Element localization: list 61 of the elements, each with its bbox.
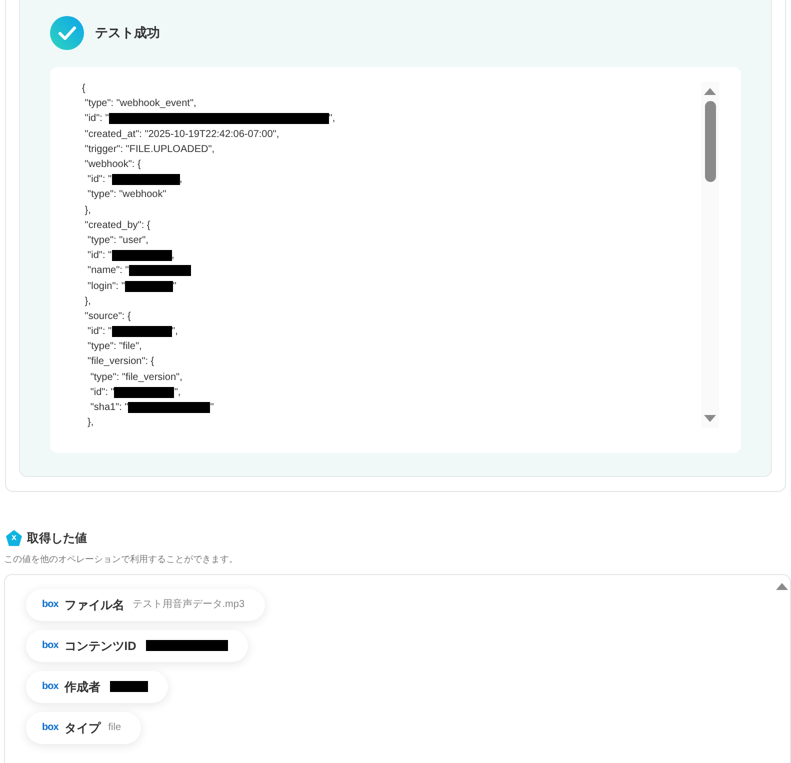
- redaction-bar: [112, 174, 180, 186]
- code-text: ,: [172, 249, 174, 264]
- value-pill[interactable]: box ファイル名 テスト用音声データ.mp3: [26, 588, 265, 620]
- check-icon: [50, 16, 84, 50]
- code-text: "id": ": [86, 325, 112, 340]
- code-text: "sha1": ": [89, 401, 128, 416]
- redaction-bar: [112, 250, 172, 262]
- code-text: "id": ": [86, 249, 112, 264]
- code-text: "name": ": [86, 264, 129, 278]
- value-pill[interactable]: box 作成者: [26, 670, 168, 702]
- box-logo: box: [42, 639, 58, 653]
- value-pill[interactable]: box タイプ file: [26, 712, 142, 744]
- value-label: 作成者: [64, 678, 100, 696]
- code-text: "type": "webhook_event",: [84, 97, 196, 112]
- code-text: ": [172, 280, 176, 294]
- scrollbar-thumb[interactable]: [704, 101, 716, 182]
- code-text: ,: [180, 173, 182, 188]
- value-label: コンテンツID: [64, 638, 136, 654]
- code-text: "trigger": "FILE.UPLOADED",: [84, 142, 215, 157]
- box-logo: box: [42, 680, 58, 694]
- code-text: ",: [174, 386, 181, 400]
- code-text: "type": "file",: [86, 340, 142, 354]
- section-description: この値を他のオペレーションで利用することができます。: [3, 553, 239, 566]
- box-logo: box: [42, 721, 58, 735]
- value-label: ファイル名: [64, 596, 124, 614]
- code-text: "source": {: [84, 310, 131, 324]
- success-title: テスト成功: [95, 24, 160, 42]
- code-text: ",: [172, 325, 178, 340]
- value-text: テスト用音声データ.mp3: [132, 598, 245, 612]
- code-text: },: [84, 204, 91, 218]
- code-text: "login": ": [86, 280, 125, 294]
- code-text: "file_version": {: [86, 355, 154, 370]
- scroll-down-icon[interactable]: [704, 415, 716, 422]
- scrollbar[interactable]: [701, 82, 719, 428]
- code-text: "type": "file_version",: [89, 370, 182, 385]
- scroll-up-icon[interactable]: [704, 88, 716, 95]
- redaction-bar: [124, 280, 173, 292]
- code-text: "type": "user",: [86, 234, 148, 248]
- code-text: },: [84, 294, 91, 309]
- code-text: {: [82, 82, 86, 96]
- code-text: "type": "webhook": [86, 188, 166, 202]
- code-text: "id": ": [89, 386, 114, 400]
- code-text: ",: [328, 112, 336, 126]
- value-text: file: [108, 721, 122, 735]
- code-text: ": [210, 401, 214, 416]
- redaction-bar: [110, 681, 148, 692]
- box-logo: box: [42, 598, 58, 612]
- scroll-up-icon[interactable]: [776, 582, 788, 590]
- redaction-bar: [112, 326, 172, 338]
- redaction-bar: [128, 265, 191, 276]
- code-text: "created_by": {: [84, 218, 150, 233]
- code-text: "created_at": "2025-10-19T22:42:06-07:00",: [84, 128, 280, 142]
- code-text: "id": ": [84, 112, 109, 126]
- value-badge: x: [6, 530, 22, 546]
- section-title: 取得した値: [27, 530, 87, 547]
- redaction-bar: [114, 386, 174, 398]
- code-text: },: [86, 416, 94, 430]
- value-label: タイプ: [64, 720, 100, 736]
- value-pill[interactable]: box コンテンツID: [26, 630, 248, 662]
- code-text: "id": ": [86, 173, 112, 188]
- code-text: "webhook": {: [84, 158, 141, 172]
